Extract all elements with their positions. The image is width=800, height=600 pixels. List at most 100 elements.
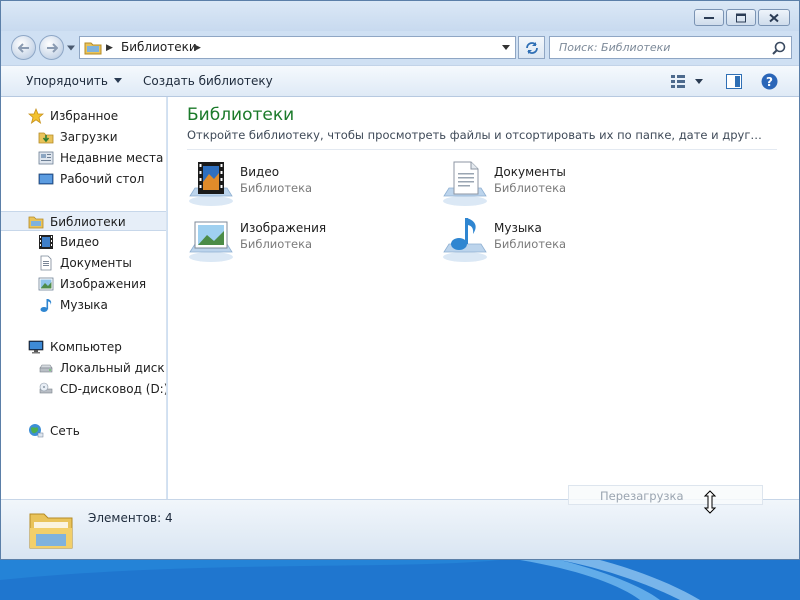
- breadcrumb-root-arrow-icon[interactable]: ▶: [106, 43, 113, 53]
- downloads-folder-icon: [38, 132, 54, 144]
- create-library-button[interactable]: Создать библиотеку: [143, 74, 273, 88]
- sidebar-item-pictures[interactable]: Изображения: [1, 274, 166, 294]
- pictures-library-icon: [189, 221, 233, 262]
- network-icon: [29, 424, 44, 438]
- close-button[interactable]: [758, 9, 790, 26]
- maximize-button[interactable]: [726, 9, 756, 26]
- documents-library-icon: [40, 255, 52, 271]
- video-library-icon: [189, 162, 233, 206]
- view-options-icon[interactable]: [671, 75, 703, 89]
- sidebar-label: CD-дисковод (D:) vi: [60, 382, 167, 396]
- hard-drive-icon: [39, 364, 53, 373]
- sidebar-label: Недавние места: [60, 151, 164, 165]
- sidebar-label: Избранное: [50, 109, 119, 123]
- sidebar-label: Изображения: [60, 277, 147, 291]
- music-library-icon: [443, 218, 487, 262]
- sidebar-label: Видео: [60, 235, 100, 249]
- chevron-down-icon: [113, 78, 122, 83]
- sidebar-item-desktop[interactable]: Рабочий стол: [1, 169, 166, 189]
- command-bar: Упорядочить Создать библиотеку ?: [1, 65, 799, 97]
- star-icon: [28, 108, 44, 124]
- explorer-window: ▶ Библиотеки ▶ Упорядочить Создать библи…: [0, 0, 800, 560]
- sidebar-label: Библиотеки: [50, 215, 126, 229]
- library-tile-documents[interactable]: Документы Библиотека: [441, 160, 681, 208]
- sidebar-item-libraries[interactable]: Библиотеки: [1, 211, 166, 231]
- navigation-pane: Избранное Загрузки Недавние места Рабочи…: [1, 97, 167, 499]
- search-box[interactable]: [549, 36, 792, 59]
- drag-ghost-restart: Перезагрузка: [568, 485, 763, 505]
- help-icon[interactable]: ?: [761, 73, 778, 90]
- forward-button[interactable]: [39, 35, 64, 60]
- title-bar[interactable]: [1, 1, 799, 31]
- pictures-library-icon: [38, 277, 54, 291]
- documents-library-icon: [443, 161, 487, 206]
- library-type: Библиотека: [494, 181, 567, 195]
- sidebar-label: Загрузки: [60, 130, 118, 144]
- minimize-button[interactable]: [694, 9, 724, 26]
- search-icon[interactable]: [772, 41, 786, 55]
- search-input[interactable]: [557, 40, 766, 55]
- sidebar-item-computer[interactable]: Компьютер: [1, 337, 166, 357]
- sidebar-label: Рабочий стол: [60, 172, 145, 186]
- video-library-icon: [39, 235, 53, 249]
- libraries-folder-icon: [29, 513, 73, 549]
- sidebar-item-cd-drive[interactable]: CD-дисковод (D:) vi: [1, 379, 167, 399]
- sidebar-item-network[interactable]: Сеть: [1, 421, 166, 441]
- sidebar-item-recent-places[interactable]: Недавние места: [1, 148, 166, 168]
- window-controls: [694, 9, 790, 26]
- refresh-icon: [526, 42, 538, 54]
- library-tile-video[interactable]: Видео Библиотека: [187, 160, 427, 208]
- recent-pages-button[interactable]: [65, 42, 77, 54]
- refresh-button[interactable]: [518, 36, 545, 59]
- chevron-down-icon: [67, 45, 75, 51]
- sidebar-label: Компьютер: [50, 340, 122, 354]
- sidebar-item-downloads[interactable]: Загрузки: [1, 127, 166, 147]
- sidebar-item-local-disk[interactable]: Локальный диск (C: [1, 358, 166, 378]
- item-count: Элементов: 4: [88, 511, 173, 525]
- library-type: Библиотека: [240, 181, 313, 195]
- page-description: Откройте библиотеку, чтобы просмотреть ф…: [187, 128, 767, 142]
- library-name: Документы: [494, 165, 566, 179]
- library-name: Видео: [240, 165, 280, 179]
- sidebar-label: Локальный диск (C: [60, 361, 166, 375]
- libraries-folder-icon: [84, 42, 102, 55]
- address-dropdown-icon[interactable]: [502, 45, 510, 50]
- content-pane: Библиотеки Откройте библиотеку, чтобы пр…: [168, 97, 799, 499]
- page-title: Библиотеки: [187, 105, 295, 125]
- preview-pane-icon[interactable]: [726, 74, 742, 89]
- music-library-icon: [40, 299, 52, 312]
- sidebar-label: Сеть: [50, 424, 80, 438]
- svg-text:?: ?: [766, 75, 773, 89]
- resize-cursor-icon: [703, 490, 717, 514]
- close-icon: [769, 13, 779, 22]
- library-name: Музыка: [494, 221, 542, 235]
- forward-arrow-icon: [46, 42, 58, 53]
- breadcrumb-libraries[interactable]: Библиотеки: [121, 40, 197, 54]
- sidebar-item-music[interactable]: Музыка: [1, 295, 166, 315]
- maximize-icon: [736, 13, 746, 22]
- organize-button[interactable]: Упорядочить: [26, 74, 122, 88]
- recent-places-icon: [38, 151, 54, 165]
- breadcrumb-child-arrow-icon[interactable]: ▶: [194, 43, 201, 53]
- navigation-row: ▶ Библиотеки ▶: [1, 33, 799, 61]
- ghost-label: Перезагрузка: [600, 489, 684, 503]
- sidebar-item-documents[interactable]: Документы: [1, 253, 166, 273]
- libraries-folder-icon: [28, 216, 44, 229]
- library-type: Библиотека: [494, 237, 567, 251]
- sidebar-item-favorites[interactable]: Избранное: [1, 106, 166, 126]
- divider: [187, 149, 777, 150]
- desktop-icon: [38, 173, 54, 185]
- organize-label: Упорядочить: [26, 74, 108, 88]
- sidebar-label: Документы: [60, 256, 132, 270]
- cd-drive-icon: [39, 382, 53, 394]
- library-tile-music[interactable]: Музыка Библиотека: [441, 216, 681, 264]
- back-button[interactable]: [11, 35, 36, 60]
- address-bar[interactable]: ▶ Библиотеки ▶: [79, 36, 516, 59]
- library-type: Библиотека: [240, 237, 313, 251]
- computer-icon: [28, 340, 44, 354]
- desktop-background: [0, 560, 800, 600]
- minimize-icon: [704, 16, 714, 19]
- sidebar-item-video[interactable]: Видео: [1, 232, 166, 252]
- library-tile-pictures[interactable]: Изображения Библиотека: [187, 216, 427, 264]
- sidebar-label: Музыка: [60, 298, 108, 312]
